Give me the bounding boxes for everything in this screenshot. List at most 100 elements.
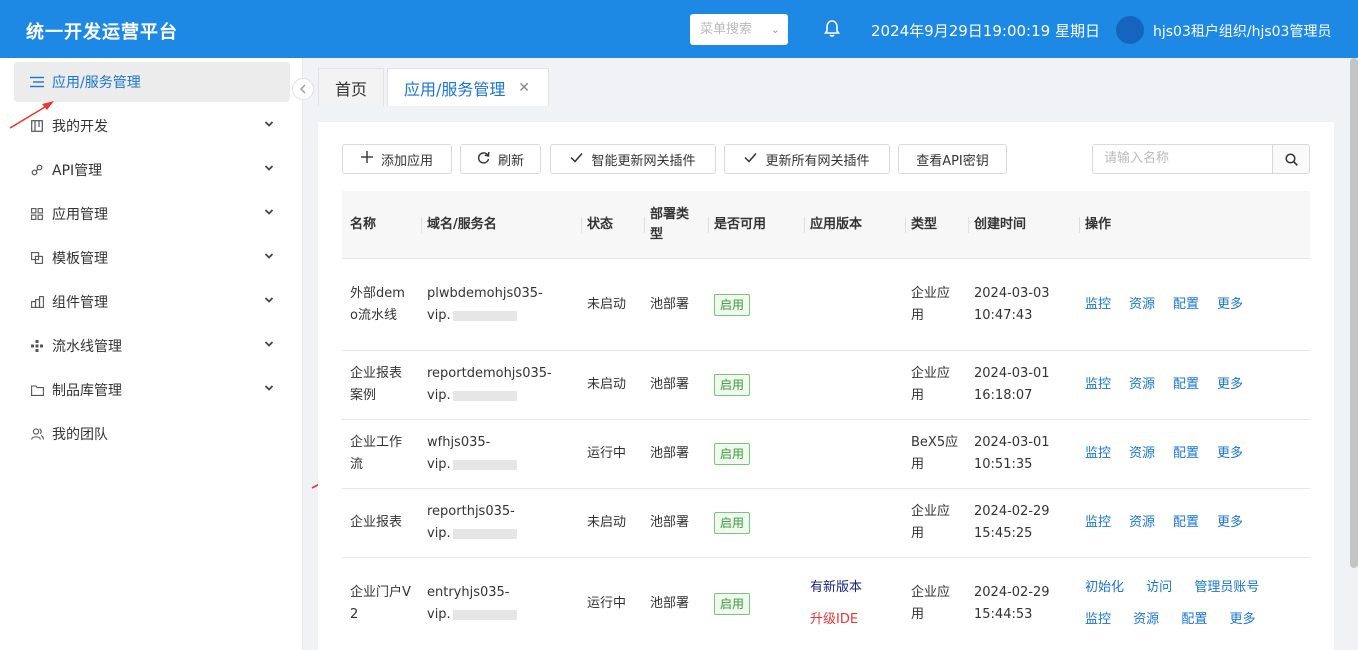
- datetime-display: 2024年9月29日19:00:19 星期日: [871, 22, 1100, 40]
- sidebar-item-pipeline[interactable]: 流水线管理: [14, 326, 290, 366]
- app-name[interactable]: 企业报表: [350, 489, 412, 557]
- view-api-key-button[interactable]: 查看API密钥: [898, 144, 1007, 174]
- config-link[interactable]: 配置: [1173, 374, 1199, 396]
- domain-line: reporthjs035-: [427, 504, 515, 519]
- user-name[interactable]: hjs03租户组织/hjs03管理员: [1153, 21, 1331, 41]
- app-name[interactable]: 企业门户V2: [350, 558, 412, 650]
- refresh-button[interactable]: 刷新: [460, 144, 541, 174]
- table-row: 企业工作流 wfhjs035- vip. 运行中 池部署 启用 BeX5应用 20…: [342, 420, 1310, 489]
- sidebar-item-app-manage[interactable]: 应用管理: [14, 194, 290, 234]
- created-cell: 2024-02-29 15:45:25: [974, 489, 1050, 557]
- menu-search-select[interactable]: 菜单搜索 ⌄: [690, 14, 788, 45]
- chevron-down-icon: [264, 253, 274, 259]
- new-version-link[interactable]: 有新版本: [810, 572, 862, 604]
- created-time: 10:51:35: [974, 457, 1033, 472]
- chevron-down-icon: [264, 121, 274, 127]
- avatar[interactable]: [1116, 16, 1144, 44]
- monitor-link[interactable]: 监控: [1085, 512, 1111, 534]
- resource-link[interactable]: 资源: [1129, 443, 1155, 465]
- close-icon[interactable]: ✕: [518, 80, 530, 96]
- more-link[interactable]: 更多: [1217, 443, 1243, 465]
- redacted-block: [452, 390, 517, 401]
- config-link[interactable]: 配置: [1173, 294, 1199, 316]
- created-time: 15:45:25: [974, 526, 1033, 541]
- chevron-down-icon: [264, 209, 274, 215]
- chevron-left-icon: [300, 84, 306, 94]
- sidebar-item-label: API管理: [52, 163, 103, 179]
- refresh-label: 刷新: [497, 153, 524, 169]
- available-cell: 启用: [714, 351, 751, 419]
- sidebar-item-app-service[interactable]: 应用/服务管理: [14, 62, 290, 102]
- name-search-input[interactable]: 请输入名称: [1092, 144, 1274, 174]
- init-link[interactable]: 初始化: [1085, 580, 1124, 595]
- sidebar-item-label: 模板管理: [52, 251, 108, 267]
- created-cell: 2024-03-01 16:18:07: [974, 351, 1050, 419]
- app-name[interactable]: 企业报表案例: [350, 351, 412, 419]
- more-link[interactable]: 更多: [1217, 374, 1243, 396]
- domain-line: reportdemohjs035-: [427, 366, 552, 381]
- created-date: 2024-02-29: [974, 585, 1050, 600]
- domain-suffix: vip.: [427, 457, 451, 472]
- visit-link[interactable]: 访问: [1146, 580, 1172, 595]
- list-icon: [30, 75, 44, 89]
- chevron-down-icon: ⌄: [770, 23, 780, 36]
- more-link[interactable]: 更多: [1217, 512, 1243, 534]
- app-name[interactable]: 企业工作流: [350, 420, 412, 488]
- folder-icon: [30, 383, 44, 397]
- monitor-link[interactable]: 监控: [1085, 443, 1111, 465]
- config-link[interactable]: 配置: [1181, 612, 1207, 627]
- add-app-button[interactable]: 添加应用: [342, 144, 452, 174]
- more-link[interactable]: 更多: [1217, 294, 1243, 316]
- config-link[interactable]: 配置: [1173, 443, 1199, 465]
- search-placeholder: 请输入名称: [1104, 151, 1170, 166]
- sidebar-item-component[interactable]: 组件管理: [14, 282, 290, 322]
- update-all-plugin-button[interactable]: 更新所有网关插件: [724, 144, 890, 174]
- sidebar-collapse-button[interactable]: [292, 78, 314, 100]
- domain-line: wfhjs035-: [427, 435, 491, 450]
- sidebar-item-template[interactable]: 模板管理: [14, 238, 290, 278]
- sidebar-item-team[interactable]: 我的团队: [14, 414, 290, 454]
- status-badge: 启用: [714, 443, 751, 465]
- admin-account-link[interactable]: 管理员账号: [1194, 580, 1259, 595]
- search-button[interactable]: [1272, 144, 1310, 174]
- sidebar-item-label: 我的团队: [52, 427, 108, 443]
- status-badge: 启用: [714, 512, 751, 534]
- deploy-cell: 池部署: [650, 297, 690, 312]
- more-link[interactable]: 更多: [1229, 612, 1255, 627]
- page-scrollbar[interactable]: [1350, 58, 1358, 568]
- created-cell: 2024-03-03 10:47:43: [974, 260, 1050, 350]
- monitor-link[interactable]: 监控: [1085, 294, 1111, 316]
- created-date: 2024-03-03: [974, 286, 1050, 301]
- monitor-link[interactable]: 监控: [1085, 374, 1111, 396]
- actions-cell: 监控 资源 配置 更多: [1085, 351, 1261, 419]
- domain-suffix: vip.: [427, 607, 451, 622]
- status-cell: 未启动: [587, 515, 627, 530]
- tab-home[interactable]: 首页: [318, 68, 384, 106]
- smart-update-plugin-button[interactable]: 智能更新网关插件: [550, 144, 716, 174]
- available-cell: 启用: [714, 489, 751, 557]
- deploy-cell: 池部署: [650, 596, 690, 611]
- sidebar-item-label: 应用/服务管理: [52, 75, 141, 91]
- upgrade-ide-link[interactable]: 升级IDE: [810, 604, 862, 636]
- blocks-icon: [30, 295, 44, 309]
- sidebar: 应用/服务管理 我的开发 API管理 应用管理 模板管理 组件管理 流水线管理 …: [0, 58, 303, 650]
- created-time: 15:44:53: [974, 607, 1033, 622]
- available-cell: 启用: [714, 260, 751, 350]
- resource-link[interactable]: 资源: [1133, 612, 1159, 627]
- sidebar-item-api[interactable]: API管理: [14, 150, 290, 190]
- resource-link[interactable]: 资源: [1129, 512, 1155, 534]
- add-app-label: 添加应用: [380, 153, 433, 169]
- status-cell: 未启动: [587, 297, 627, 312]
- refresh-icon: [477, 151, 490, 168]
- sidebar-item-artifact[interactable]: 制品库管理: [14, 370, 290, 410]
- table-row: 企业报表 reporthjs035- vip. 未启动 池部署 启用 企业应用 2…: [342, 489, 1310, 558]
- sidebar-item-my-dev[interactable]: 我的开发: [14, 106, 290, 146]
- resource-link[interactable]: 资源: [1129, 294, 1155, 316]
- monitor-link[interactable]: 监控: [1085, 612, 1111, 627]
- config-link[interactable]: 配置: [1173, 512, 1199, 534]
- bell-icon[interactable]: [823, 19, 841, 39]
- type-cell: 企业应用: [911, 585, 951, 622]
- tab-app-service[interactable]: 应用/服务管理 ✕: [387, 68, 549, 106]
- resource-link[interactable]: 资源: [1129, 374, 1155, 396]
- app-name[interactable]: 外部demo流水线: [350, 260, 412, 350]
